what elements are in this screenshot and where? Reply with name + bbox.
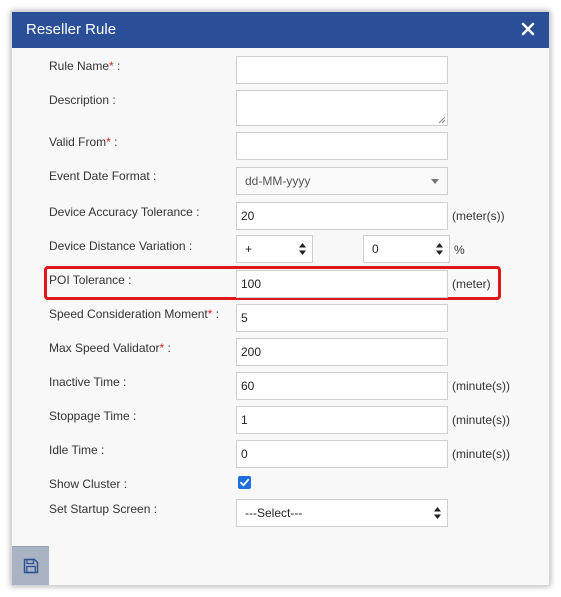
device-distance-amount-select[interactable]: 0 <box>363 235 450 263</box>
up-down-arrows-icon <box>299 243 306 255</box>
poi-tolerance-input[interactable]: 100 <box>236 270 448 298</box>
idle-time-unit: (minute(s)) <box>452 447 511 461</box>
floppy-disk-icon <box>23 558 39 574</box>
event-date-format-value: dd-MM-yyyy <box>245 174 311 188</box>
chevron-down-icon <box>431 179 439 184</box>
speed-consideration-moment-input[interactable]: 5 <box>236 304 448 332</box>
show-cluster-label: Show Cluster : <box>49 477 128 491</box>
max-speed-validator-input[interactable]: 200 <box>236 338 448 366</box>
event-date-format-select[interactable]: dd-MM-yyyy <box>236 167 448 195</box>
stoppage-time-input[interactable]: 1 <box>236 406 448 434</box>
device-accuracy-tolerance-unit: (meter(s)) <box>452 209 505 223</box>
show-cluster-checkbox[interactable] <box>238 476 251 489</box>
stoppage-time-label: Stoppage Time : <box>49 409 137 423</box>
device-distance-sign-select[interactable]: + <box>236 235 313 263</box>
poi-tolerance-unit: (meter) <box>452 277 491 291</box>
checkmark-icon <box>240 478 250 487</box>
idle-time-input[interactable]: 0 <box>236 440 448 468</box>
speed-consideration-moment-label: Speed Consideration Moment* : <box>49 307 220 321</box>
event-date-format-label: Event Date Format : <box>49 169 157 183</box>
set-startup-screen-label: Set Startup Screen : <box>49 502 158 516</box>
device-distance-variation-unit: % <box>454 243 465 257</box>
save-button[interactable] <box>12 546 49 585</box>
stoppage-time-unit: (minute(s)) <box>452 413 511 427</box>
reseller-rule-dialog: Reseller Rule Rule Name* : Description :… <box>11 11 550 586</box>
resize-grip-icon[interactable] <box>438 116 446 124</box>
device-distance-amount-value: 0 <box>372 242 379 256</box>
set-startup-screen-value: ---Select--- <box>245 506 303 520</box>
poi-tolerance-label: POI Tolerance : <box>49 273 132 287</box>
device-accuracy-tolerance-input[interactable]: 20 <box>236 202 448 230</box>
device-distance-sign-value: + <box>245 242 253 256</box>
description-textarea[interactable] <box>236 90 448 126</box>
valid-from-input[interactable] <box>236 132 448 160</box>
close-icon[interactable] <box>519 20 537 38</box>
max-speed-validator-label: Max Speed Validator* : <box>49 341 171 355</box>
idle-time-label: Idle Time : <box>49 443 105 457</box>
description-label: Description : <box>49 93 116 107</box>
device-accuracy-tolerance-label: Device Accuracy Tolerance : <box>49 205 200 219</box>
dialog-titlebar: Reseller Rule <box>12 12 549 48</box>
rule-name-input[interactable] <box>236 56 448 84</box>
inactive-time-label: Inactive Time : <box>49 375 127 389</box>
up-down-arrows-icon <box>434 507 441 519</box>
rule-name-label: Rule Name* : <box>49 59 121 73</box>
dialog-title: Reseller Rule <box>26 21 117 38</box>
inactive-time-unit: (minute(s)) <box>452 379 511 393</box>
up-down-arrows-icon <box>436 243 443 255</box>
inactive-time-input[interactable]: 60 <box>236 372 448 400</box>
valid-from-label: Valid From* : <box>49 135 118 149</box>
set-startup-screen-select[interactable]: ---Select--- <box>236 499 448 527</box>
device-distance-variation-label: Device Distance Variation : <box>49 239 193 253</box>
